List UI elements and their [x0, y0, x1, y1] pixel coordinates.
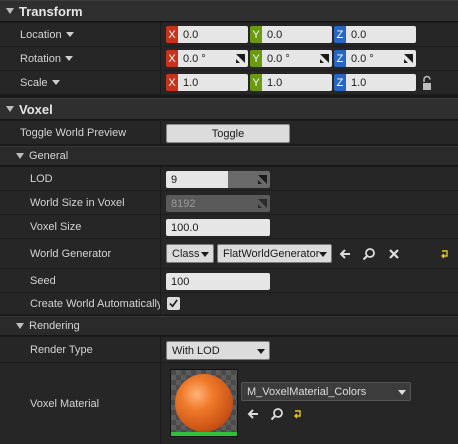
location-z-field[interactable]: Z 0.0: [334, 26, 416, 43]
create-world-row: Create World Automatically: [0, 293, 458, 315]
render-type-label: Render Type: [30, 343, 93, 356]
search-icon[interactable]: [270, 407, 284, 421]
drag-handle-icon[interactable]: [320, 54, 329, 63]
world-size-field: 8192: [166, 195, 270, 212]
rotation-x-field[interactable]: X 0.0 °: [166, 50, 248, 67]
drag-handle-icon[interactable]: [404, 54, 413, 63]
reset-to-default-icon[interactable]: [293, 409, 303, 419]
scale-y-field[interactable]: Y 1.0: [250, 74, 332, 91]
seed-field[interactable]: 100: [166, 273, 270, 290]
transform-title: Transform: [19, 3, 83, 19]
rotation-label[interactable]: Rotation: [20, 47, 175, 70]
general-title: General: [29, 150, 69, 162]
world-size-row: World Size in Voxel 8192: [0, 191, 458, 215]
toggle-button[interactable]: Toggle: [166, 124, 290, 143]
general-subcategory-header[interactable]: General: [0, 146, 458, 166]
collapse-arrow-icon[interactable]: [16, 153, 24, 159]
world-size-label: World Size in Voxel: [30, 196, 125, 209]
collapse-arrow-icon[interactable]: [16, 323, 24, 329]
scale-x-field[interactable]: X 1.0: [166, 74, 248, 91]
material-thumbnail[interactable]: [170, 369, 238, 437]
world-generator-row: World Generator Class FlatWorldGenerator: [0, 239, 458, 269]
seed-label: Seed: [30, 274, 56, 287]
chevron-down-icon: [51, 80, 60, 85]
create-world-label: Create World Automatically: [30, 297, 161, 310]
reset-to-default-icon[interactable]: [440, 249, 450, 259]
rendering-subcategory-header[interactable]: Rendering: [0, 316, 458, 336]
render-type-dropdown[interactable]: With LOD: [166, 341, 270, 360]
chevron-down-icon: [64, 56, 73, 61]
toggle-world-preview-label: Toggle World Preview: [20, 126, 127, 139]
chevron-down-icon: [398, 390, 406, 395]
seed-row: Seed 100: [0, 269, 458, 293]
search-icon[interactable]: [362, 247, 376, 261]
location-y-field[interactable]: Y 0.0: [250, 26, 332, 43]
chevron-down-icon: [319, 252, 327, 257]
rendering-title: Rendering: [29, 320, 80, 332]
voxel-material-dropdown[interactable]: M_VoxelMaterial_Colors: [241, 382, 411, 401]
voxel-title: Voxel: [19, 101, 53, 117]
voxel-category-header[interactable]: Voxel: [0, 98, 458, 120]
location-label[interactable]: Location: [20, 23, 175, 46]
chevron-down-icon: [65, 32, 74, 37]
scale-label[interactable]: Scale: [20, 71, 175, 94]
lod-slider[interactable]: 9: [166, 171, 270, 188]
material-preview-sphere: [175, 374, 233, 432]
location-x-field[interactable]: X 0.0: [166, 26, 248, 43]
drag-handle-icon[interactable]: [258, 175, 267, 184]
voxel-size-field[interactable]: 100.0: [166, 219, 270, 236]
voxel-size-row: Voxel Size 100.0: [0, 215, 458, 239]
world-generator-dropdown[interactable]: FlatWorldGenerator: [217, 244, 332, 263]
transform-category-header[interactable]: Transform: [0, 0, 458, 22]
voxel-material-row: Voxel Material M_VoxelMaterial_Colors: [0, 363, 458, 444]
rotation-row: Rotation X 0.0 ° Y 0.0 ° Z 0.0 °: [0, 47, 458, 71]
scale-z-field[interactable]: Z 1.0: [334, 74, 416, 91]
create-world-checkbox[interactable]: [167, 297, 180, 310]
clear-icon[interactable]: [387, 247, 401, 261]
world-generator-label: World Generator: [30, 247, 112, 260]
lod-row: LOD 9: [0, 167, 458, 191]
drag-handle-icon[interactable]: [236, 54, 245, 63]
voxel-material-label: Voxel Material: [30, 397, 100, 410]
chevron-down-icon: [257, 349, 265, 354]
collapse-arrow-icon[interactable]: [6, 106, 14, 112]
voxel-size-label: Voxel Size: [30, 220, 82, 233]
toggle-world-preview-row: Toggle World Preview Toggle: [0, 121, 458, 145]
scale-row: Scale X 1.0 Y 1.0 Z 1.0: [0, 71, 458, 95]
collapse-arrow-icon[interactable]: [6, 8, 14, 14]
rotation-z-field[interactable]: Z 0.0 °: [334, 50, 416, 67]
render-type-row: Render Type With LOD: [0, 337, 458, 363]
rotation-y-field[interactable]: Y 0.0 °: [250, 50, 332, 67]
checkmark-icon: [169, 299, 178, 308]
use-selected-arrow-icon[interactable]: [246, 407, 260, 421]
chevron-down-icon: [201, 252, 209, 257]
location-row: Location X 0.0 Y 0.0 Z 0.0: [0, 23, 458, 47]
lod-label: LOD: [30, 172, 53, 185]
class-dropdown[interactable]: Class: [166, 244, 214, 263]
drag-handle-icon: [258, 199, 267, 208]
use-selected-arrow-icon[interactable]: [338, 247, 352, 261]
lock-icon[interactable]: [421, 75, 433, 91]
